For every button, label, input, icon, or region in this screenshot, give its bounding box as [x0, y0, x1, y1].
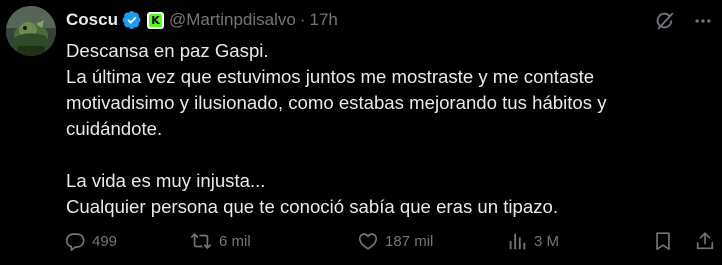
avatar-image: [6, 6, 56, 56]
bookmark-icon: [656, 232, 670, 251]
tweet-header: Coscu K @Martinpdisalvo · 17h: [66, 8, 338, 32]
like-button[interactable]: 187 mil: [357, 226, 433, 256]
author-handle[interactable]: @Martinpdisalvo: [169, 10, 296, 30]
reply-icon: [65, 233, 85, 251]
author-name[interactable]: Coscu: [66, 10, 118, 30]
heart-icon: [358, 233, 378, 250]
affiliate-badge-icon[interactable]: K: [146, 11, 164, 29]
tweet-line: La última vez que estuvimos juntos me mo…: [66, 66, 595, 87]
tweet: Coscu K @Martinpdisalvo · 17h Descansa e…: [0, 0, 722, 265]
avatar[interactable]: [6, 6, 56, 56]
tweet-line: cuidándote.: [66, 118, 163, 139]
timestamp[interactable]: 17h: [310, 10, 338, 30]
retweet-count: 6 mil: [219, 232, 251, 250]
views-count: 3 M: [534, 232, 560, 250]
tweet-line: motivadisimo y ilusionado, como estabas …: [66, 92, 607, 113]
tweet-line: Cualquier persona que te conoció sabía q…: [66, 196, 559, 217]
like-count: 187 mil: [385, 232, 434, 250]
views-button[interactable]: 3 M: [506, 226, 559, 256]
tweet-line: Descansa en paz Gaspi.: [66, 40, 269, 61]
bookmark-button[interactable]: [652, 226, 674, 256]
reply-count: 499: [92, 232, 118, 250]
separator: ·: [299, 10, 306, 29]
reply-button[interactable]: 499: [64, 226, 117, 256]
retweet-icon: [191, 233, 211, 249]
share-button[interactable]: [694, 226, 716, 256]
views-icon: [509, 233, 526, 250]
tweet-text: Descansa en paz Gaspi. La última vez que…: [66, 38, 706, 220]
tweet-line: La vida es muy injusta...: [66, 170, 266, 191]
retweet-button[interactable]: 6 mil: [189, 226, 251, 256]
affiliate-badge-letter: K: [148, 13, 162, 27]
verified-badge-icon[interactable]: [122, 10, 142, 30]
more-icon[interactable]: [690, 8, 716, 34]
action-bar: 499 6 mil 187 mil 3 M: [64, 226, 720, 256]
tweet-line-break: [66, 142, 706, 168]
share-icon: [696, 232, 714, 250]
grok-icon[interactable]: [652, 8, 678, 34]
